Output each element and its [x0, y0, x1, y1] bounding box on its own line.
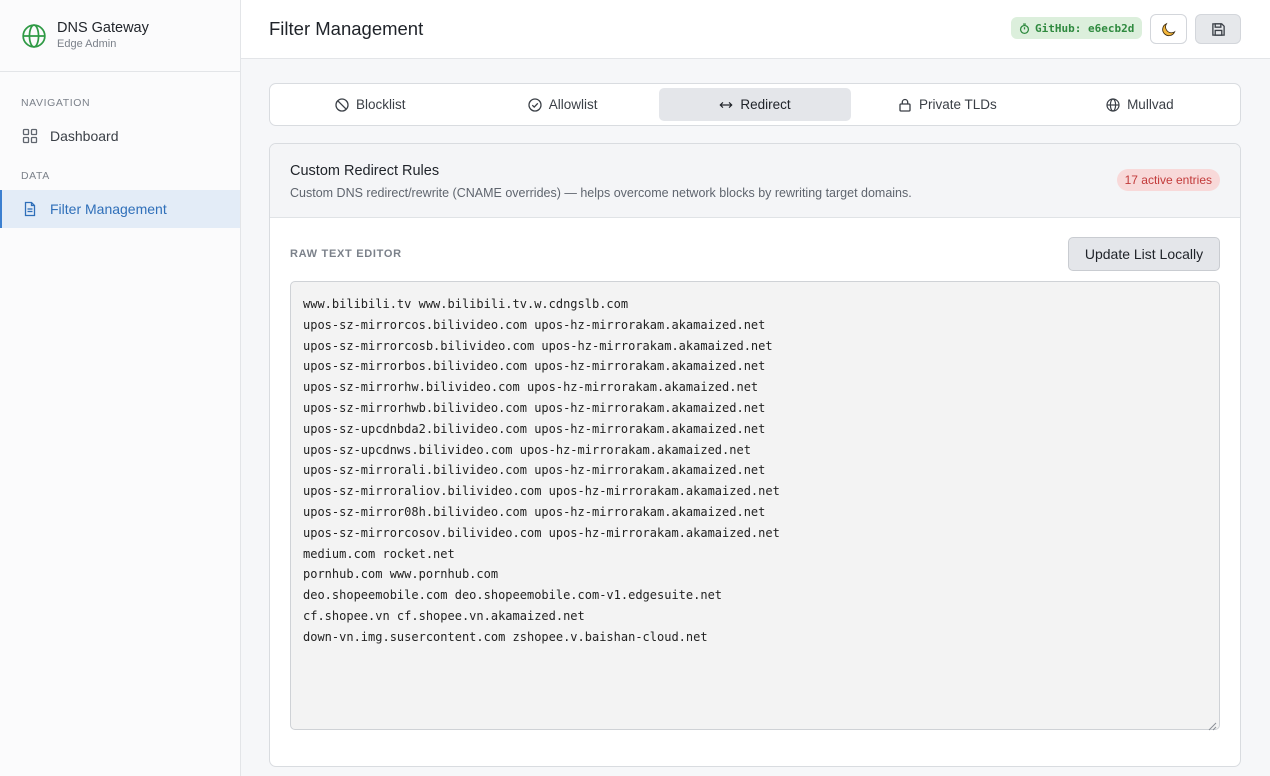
globe-icon — [21, 23, 47, 49]
tab-label: Private TLDs — [919, 97, 997, 112]
resize-handle-icon[interactable] — [1208, 718, 1217, 731]
tab-redirect[interactable]: Redirect — [658, 88, 852, 121]
lock-icon — [898, 98, 912, 112]
card-title: Custom Redirect Rules — [290, 163, 440, 179]
editor-line: cf.shopee.vn cf.shopee.vn.akamaized.net — [303, 608, 585, 623]
editor-line: medium.com rocket.net — [303, 546, 455, 561]
editor-line: down-vn.img.susercontent.com zshopee.v.b… — [303, 629, 708, 644]
github-badge-label: GitHub: e6ecb2d — [1035, 21, 1135, 35]
editor-line: upos-sz-mirror08h.bilivideo.com upos-hz-… — [303, 504, 766, 519]
editor-line: upos-sz-mirrorhw.bilivideo.com upos-hz-m… — [303, 380, 759, 395]
editor-line: upos-sz-mirrorhwb.bilivideo.com upos-hz-… — [303, 400, 766, 415]
editor-line: upos-sz-upcdnbda2.bilivideo.com upos-hz-… — [303, 421, 766, 436]
save-button[interactable] — [1195, 14, 1241, 44]
update-list-button[interactable]: Update List Locally — [1068, 237, 1220, 271]
nav-section-navigation: NAVIGATION — [21, 97, 91, 109]
redirect-rules-card: Custom Redirect Rules Custom DNS redirec… — [269, 143, 1241, 767]
sidebar-item-dashboard[interactable]: Dashboard — [0, 117, 240, 155]
header: Filter Management GitHub: e6ecb2d — [241, 0, 1270, 59]
tab-private-tlds[interactable]: Private TLDs — [851, 88, 1043, 121]
sidebar-item-filter-management[interactable]: Filter Management — [0, 190, 240, 228]
globe-icon — [1106, 97, 1120, 112]
sidebar-item-label: Dashboard — [50, 128, 119, 144]
save-icon — [1211, 22, 1226, 37]
editor-line: upos-sz-mirrorcosb.bilivideo.com upos-hz… — [303, 338, 773, 353]
arrows-horizontal-icon — [719, 98, 733, 112]
grid-icon — [22, 128, 38, 144]
editor-line: upos-sz-mirrorcos.bilivideo.com upos-hz-… — [303, 317, 766, 332]
raw-text-editor[interactable]: www.bilibili.tv www.bilibili.tv.w.cdngsl… — [290, 281, 1220, 731]
timer-icon — [1019, 22, 1030, 34]
sidebar: DNS Gateway Edge Admin NAVIGATION Dashbo… — [0, 0, 241, 776]
tab-blocklist[interactable]: Blocklist — [274, 88, 466, 121]
editor-line: deo.shopeemobile.com deo.shopeemobile.co… — [303, 588, 723, 603]
brand: DNS Gateway Edge Admin — [0, 0, 240, 72]
tab-label: Allowlist — [548, 97, 598, 112]
nav-section-data: DATA — [21, 170, 50, 182]
editor-line: upos-sz-mirrorcosov.bilivideo.com upos-h… — [303, 525, 780, 540]
tab-mullvad[interactable]: Mullvad — [1044, 88, 1236, 121]
editor-line: upos-sz-mirrorbos.bilivideo.com upos-hz-… — [303, 359, 766, 374]
filter-tabs: Blocklist Allowlist Redirect Private TLD… — [269, 83, 1241, 126]
entries-count-badge: 17 active entries — [1116, 169, 1220, 191]
check-circle-icon — [528, 97, 542, 112]
document-icon — [22, 201, 38, 217]
tab-label: Redirect — [740, 97, 791, 112]
ban-icon — [335, 97, 349, 112]
card-header: Custom Redirect Rules Custom DNS redirec… — [270, 144, 1240, 218]
brand-subtitle: Edge Admin — [57, 38, 117, 50]
editor-line: www.bilibili.tv www.bilibili.tv.w.cdngsl… — [303, 297, 629, 311]
github-badge[interactable]: GitHub: e6ecb2d — [1011, 17, 1143, 39]
editor-line: pornhub.com www.pornhub.com — [303, 567, 499, 582]
tab-allowlist[interactable]: Allowlist — [466, 88, 658, 121]
editor-line: upos-sz-mirroraliov.bilivideo.com upos-h… — [303, 484, 780, 499]
editor-line: upos-sz-mirrorali.bilivideo.com upos-hz-… — [303, 463, 766, 478]
sidebar-item-label: Filter Management — [50, 201, 167, 217]
editor-label: RAW TEXT EDITOR — [290, 248, 402, 260]
card-description: Custom DNS redirect/rewrite (CNAME overr… — [290, 186, 912, 200]
theme-toggle-button[interactable] — [1150, 14, 1187, 44]
moon-icon — [1160, 21, 1177, 38]
tab-label: Blocklist — [355, 97, 406, 112]
tab-label: Mullvad — [1127, 97, 1174, 112]
page-title: Filter Management — [269, 18, 424, 39]
brand-title: DNS Gateway — [57, 20, 149, 36]
editor-line: upos-sz-upcdnws.bilivideo.com upos-hz-mi… — [303, 442, 751, 457]
